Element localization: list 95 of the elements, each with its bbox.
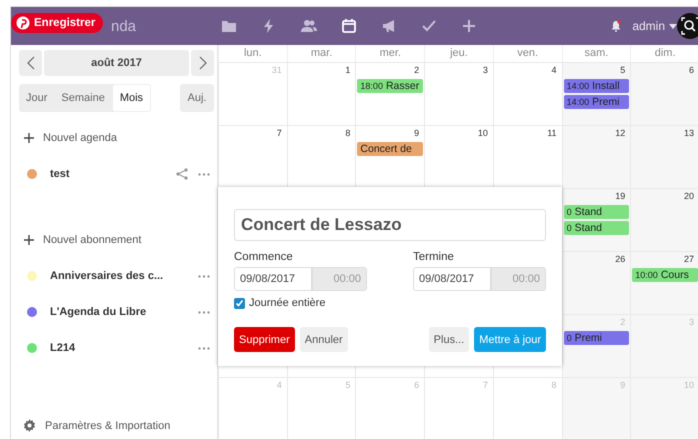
- day-number: 10: [478, 128, 489, 140]
- today-button[interactable]: Auj.: [180, 84, 214, 112]
- day-number: 19: [615, 191, 626, 203]
- more-icon[interactable]: [198, 172, 210, 176]
- checkbox-label: Journée entière: [249, 297, 326, 309]
- day-cell[interactable]: 3: [424, 63, 493, 125]
- action-button[interactable]: Annuler: [300, 327, 348, 352]
- view-tab[interactable]: Jour: [19, 84, 54, 112]
- event-chip[interactable]: 0 Stand: [564, 205, 630, 219]
- subscription-name[interactable]: L214: [50, 342, 198, 354]
- calendar-name[interactable]: test: [50, 168, 176, 180]
- day-number: 26: [615, 254, 626, 266]
- day-number: 11: [547, 128, 558, 140]
- date-field[interactable]: 09/08/2017: [413, 267, 491, 291]
- weekday-header: jeu.: [424, 45, 493, 62]
- event-chip[interactable]: 14:00 Install: [564, 79, 630, 93]
- day-number: 31: [272, 65, 283, 77]
- day-number: 12: [615, 128, 626, 140]
- day-cell[interactable]: 2 0 Premi: [562, 315, 630, 377]
- day-number: 2: [620, 317, 626, 329]
- day-number: 10: [684, 380, 695, 392]
- day-cell[interactable]: 13: [630, 126, 698, 188]
- day-cell[interactable]: 19 0 Stand 0 Stand: [562, 189, 630, 251]
- settings-button[interactable]: Paramètres & Importation: [19, 419, 214, 432]
- day-number: 13: [684, 128, 695, 140]
- caret-icon: [669, 24, 677, 28]
- date-label: Termine: [413, 251, 455, 263]
- day-number: 9: [620, 380, 626, 392]
- save-button[interactable]: Enregistrer: [11, 13, 104, 33]
- event-chip[interactable]: 0 Premi: [564, 331, 630, 345]
- event-chip[interactable]: 14:00 Premi: [564, 95, 630, 109]
- action-button[interactable]: Plus...: [428, 327, 470, 352]
- day-number: 8: [552, 380, 558, 392]
- day-number: 3: [688, 317, 695, 329]
- day-number: 9: [414, 128, 420, 140]
- weekday-header: ven.: [492, 45, 562, 62]
- day-cell[interactable]: 6: [630, 63, 698, 125]
- event-title-field[interactable]: Concert de Lessazo: [234, 209, 546, 241]
- weekday-header: sam.: [562, 45, 630, 62]
- chevron-left-icon: [26, 56, 34, 70]
- day-number: 6: [688, 65, 695, 77]
- day-number: 5: [345, 380, 352, 392]
- subscription-name[interactable]: Anniversaires des c...: [50, 270, 198, 282]
- weekday-header: dim.: [630, 45, 698, 62]
- day-cell[interactable]: 27 10:00 Cours: [630, 252, 698, 314]
- day-number: 8: [345, 128, 352, 140]
- notification-bell-icon[interactable]: [610, 20, 622, 32]
- gear-icon: [23, 419, 36, 432]
- more-icon[interactable]: [198, 310, 210, 314]
- day-cell[interactable]: 12: [562, 126, 630, 188]
- previous-month-button[interactable]: [19, 50, 42, 76]
- day-number: 1: [345, 65, 352, 77]
- event-chip[interactable]: Concert de: [357, 142, 424, 156]
- day-number: 7: [482, 380, 489, 392]
- next-month-button[interactable]: [191, 50, 214, 76]
- day-number: 2: [414, 65, 420, 77]
- action-button[interactable]: Supprimer: [234, 327, 295, 352]
- day-number: 7: [276, 128, 283, 140]
- day-number: 27: [684, 254, 695, 266]
- day-number: 3: [482, 65, 489, 77]
- day-number: 5: [620, 65, 626, 77]
- new-calendar-button[interactable]: Nouvel agenda: [19, 128, 214, 148]
- pin-logo-icon: [16, 16, 30, 30]
- month-picker-button[interactable]: août 2017: [44, 50, 189, 76]
- more-icon[interactable]: [198, 274, 210, 278]
- date-label: Commence: [234, 251, 294, 263]
- more-icon[interactable]: [198, 346, 210, 350]
- lens-icon[interactable]: [677, 13, 698, 39]
- day-number: 20: [684, 191, 695, 203]
- chevron-right-icon: [198, 56, 206, 70]
- date-field[interactable]: 09/08/2017: [234, 267, 312, 291]
- checkbox[interactable]: [234, 298, 245, 308]
- app-name: nda: [111, 18, 138, 34]
- day-number: 4: [552, 65, 558, 77]
- plus-icon: [24, 235, 34, 245]
- share-icon[interactable]: [176, 168, 188, 180]
- event-chip[interactable]: 0 Stand: [564, 221, 630, 235]
- day-cell[interactable]: 2 18:00 Rasser: [355, 63, 424, 125]
- day-cell[interactable]: 5 14:00 Install 14:00 Premi: [562, 63, 630, 125]
- view-tab[interactable]: Mois: [112, 85, 150, 111]
- weekday-header: mar.: [286, 45, 356, 62]
- event-chip[interactable]: 18:00 Rasser: [357, 79, 424, 93]
- day-number: 6: [414, 380, 420, 392]
- day-cell[interactable]: 1: [286, 63, 356, 125]
- day-cell[interactable]: 26: [562, 252, 630, 314]
- event-chip[interactable]: 10:00 Cours: [632, 268, 698, 282]
- plus-icon: [24, 133, 34, 143]
- new-subscription-button[interactable]: Nouvel abonnement: [19, 230, 214, 250]
- view-tab[interactable]: Semaine: [54, 84, 112, 112]
- user-menu[interactable]: admin: [632, 19, 677, 33]
- day-number: 4: [276, 380, 283, 392]
- subscription-name[interactable]: L'Agenda du Libre: [50, 306, 198, 318]
- day-cell[interactable]: 20: [630, 189, 698, 251]
- weekday-header: mer.: [355, 45, 424, 62]
- weekday-header: lun.: [218, 45, 287, 62]
